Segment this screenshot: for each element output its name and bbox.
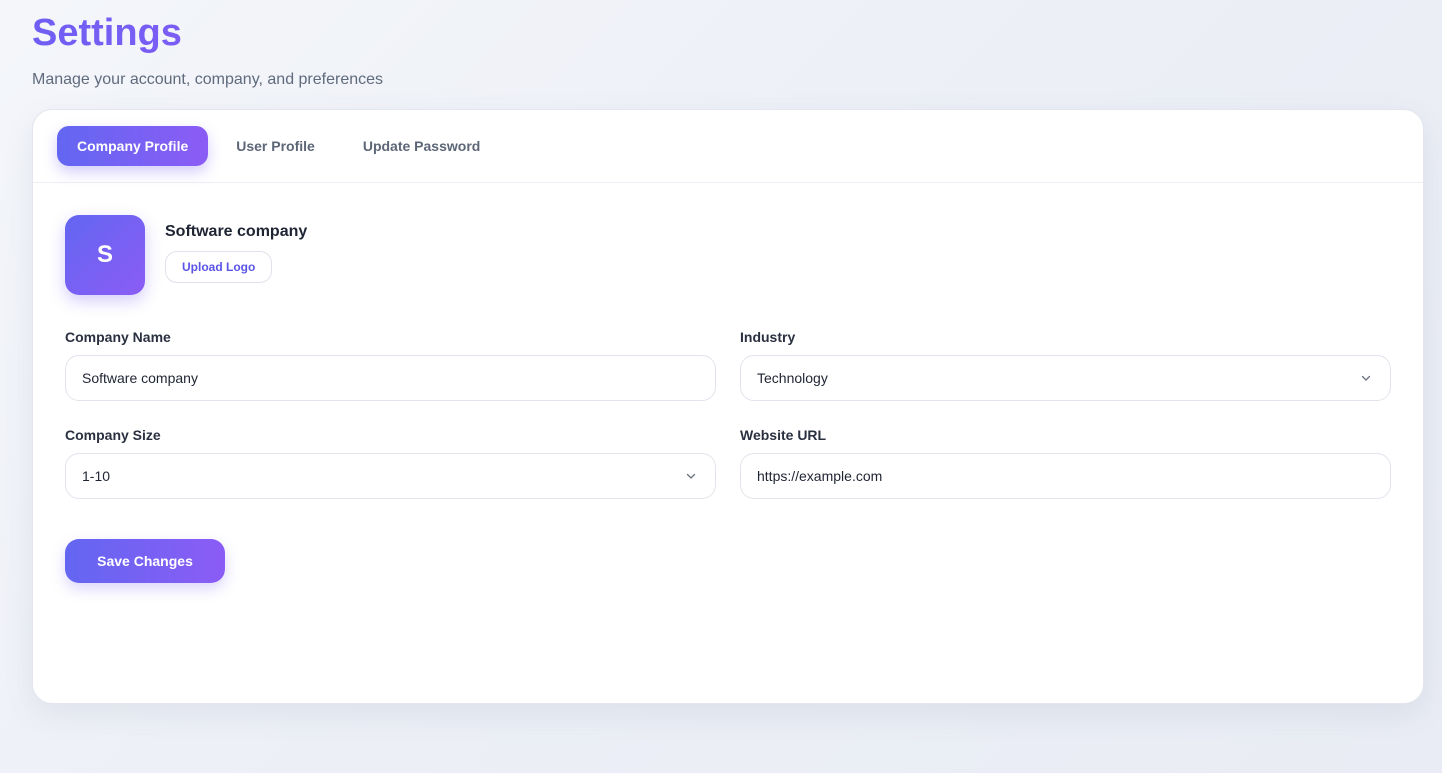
chevron-down-icon	[1361, 375, 1371, 381]
company-logo-avatar: S	[65, 215, 145, 295]
tab-company-profile[interactable]: Company Profile	[57, 125, 209, 166]
profile-info: Software company Upload Logo	[165, 223, 307, 283]
settings-card: Company Profile User Profile Update Pass…	[32, 109, 1424, 704]
website-url-input[interactable]	[757, 468, 1374, 484]
save-changes-button[interactable]: Save Changes	[65, 539, 225, 583]
industry-select[interactable]: Technology	[740, 355, 1391, 401]
website-url-field-group: Website URL	[740, 427, 1391, 499]
settings-tabs: Company Profile User Profile Update Pass…	[33, 110, 1423, 183]
company-display-name: Software company	[165, 222, 308, 240]
company-size-label: Company Size	[65, 427, 161, 443]
company-name-label: Company Name	[65, 329, 171, 345]
company-name-input[interactable]	[82, 370, 699, 386]
website-url-label: Website URL	[740, 427, 827, 443]
company-size-selected-value: 1-10	[82, 468, 111, 484]
chevron-down-icon	[686, 473, 696, 479]
company-size-select[interactable]: 1-10	[65, 453, 716, 499]
tab-user-profile[interactable]: User Profile	[216, 126, 335, 166]
company-name-field[interactable]	[65, 355, 716, 401]
page-header: Settings Manage your account, company, a…	[32, 12, 383, 90]
industry-selected-value: Technology	[757, 370, 828, 386]
industry-label: Industry	[740, 329, 796, 345]
company-size-field-group: Company Size 1-10	[65, 427, 716, 499]
company-name-field-group: Company Name	[65, 329, 716, 401]
page-title: Settings	[32, 12, 383, 54]
page-subtitle: Manage your account, company, and prefer…	[32, 71, 384, 88]
tab-update-password[interactable]: Update Password	[343, 126, 500, 166]
company-profile-header: S Software company Upload Logo	[65, 215, 307, 295]
website-url-field[interactable]	[740, 453, 1391, 499]
industry-field-group: Industry Technology	[740, 329, 1391, 401]
upload-logo-button[interactable]: Upload Logo	[165, 250, 273, 283]
